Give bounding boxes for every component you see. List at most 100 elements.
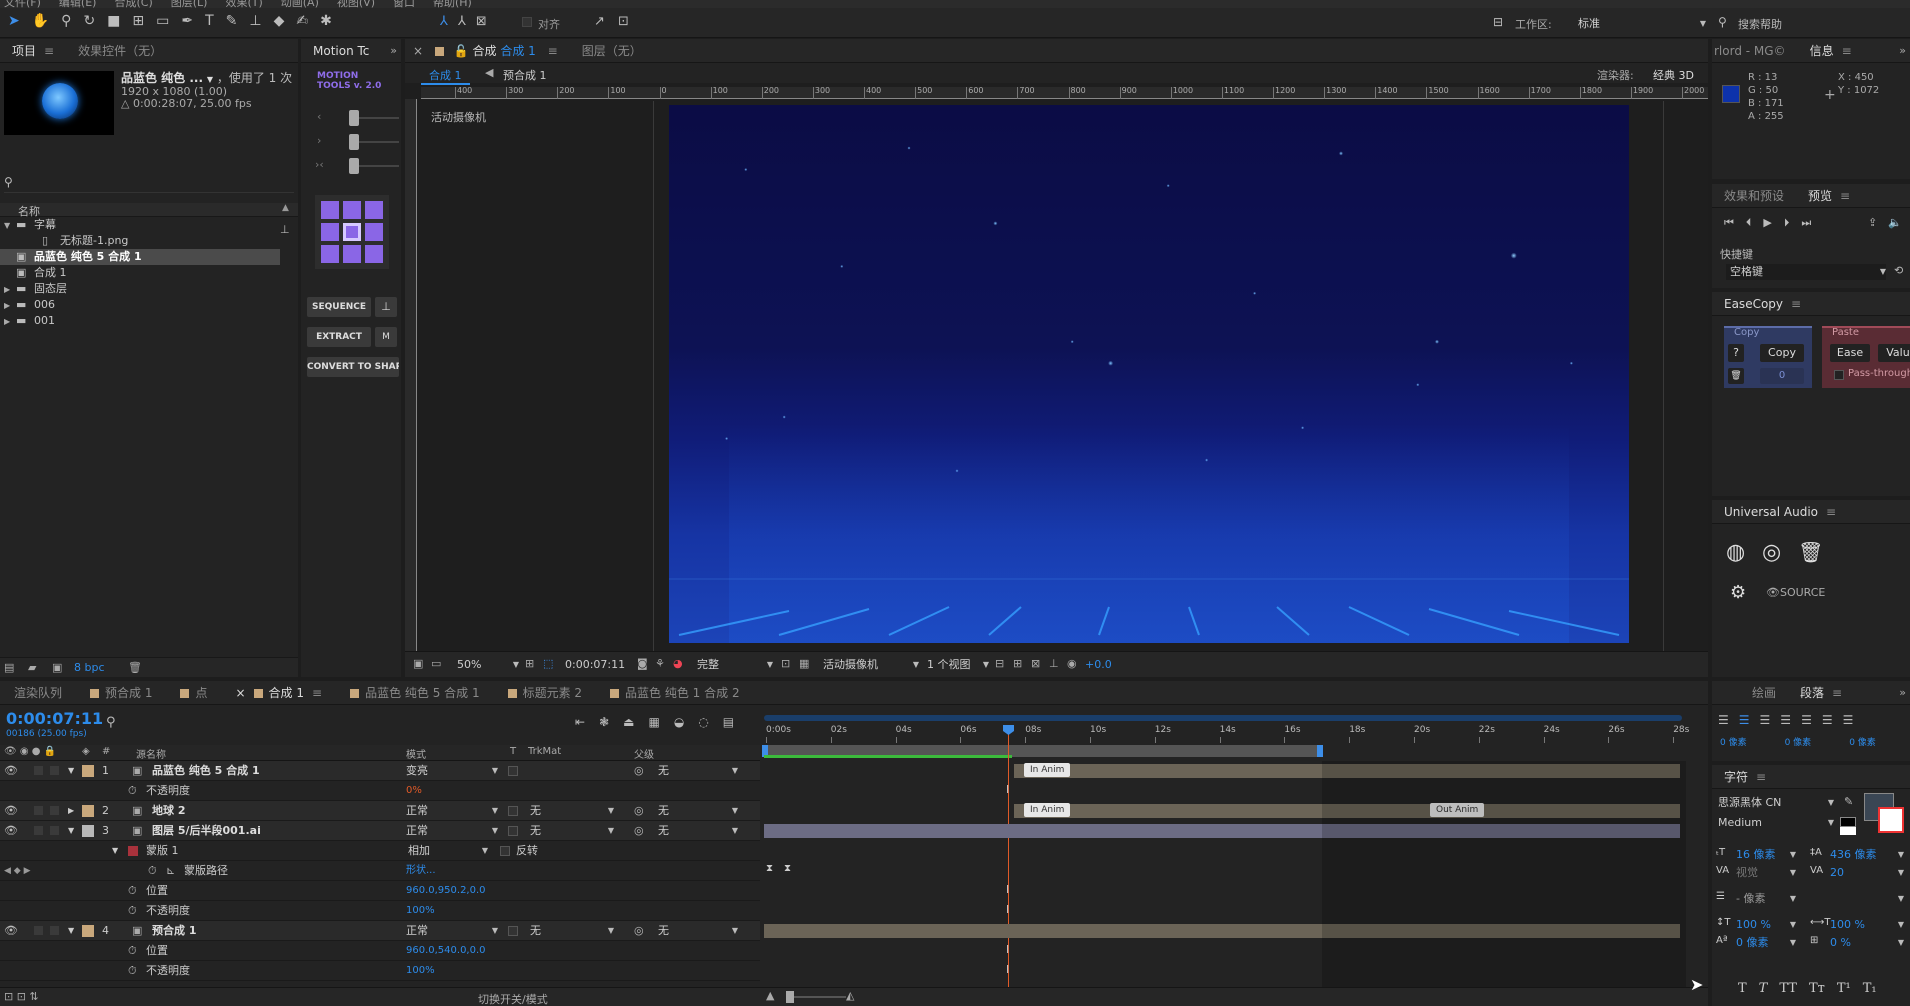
first-frame-icon[interactable]: ⏮ <box>1724 216 1734 230</box>
project-list-item[interactable]: ▶ ▬ 固态层 <box>0 281 280 297</box>
audio-icon[interactable]: 🔈 <box>1888 216 1902 229</box>
timeline-tab[interactable]: 预合成 1 <box>76 681 166 705</box>
eraser-tool-icon[interactable]: ◆ <box>274 13 285 29</box>
superscript-icon[interactable]: T¹ <box>1837 981 1851 996</box>
project-list-item[interactable]: ▣ 品蓝色 纯色 5 合成 1 <box>0 249 280 265</box>
flowchart-icon[interactable]: ⊥ <box>280 223 290 236</box>
slider-handle[interactable] <box>349 110 359 126</box>
slider-row-3[interactable]: ›‹ <box>313 155 399 179</box>
anchor-right[interactable] <box>365 223 383 241</box>
menu-item[interactable]: 视图(V) <box>337 0 375 8</box>
black-swatch[interactable] <box>1840 817 1856 827</box>
slider-handle[interactable] <box>349 134 359 150</box>
panel-overflow-icon[interactable]: » <box>1899 686 1906 699</box>
world-axis-icon[interactable]: ⅄ <box>458 14 466 29</box>
graph-editor-icon[interactable]: ◌ <box>698 715 708 729</box>
mask-visibility-icon[interactable]: ⬚ <box>543 657 553 670</box>
anchor-top-right[interactable] <box>365 201 383 219</box>
chevron-down-icon[interactable]: ▼ <box>68 821 74 841</box>
draft-3d-icon[interactable]: ❃ <box>599 715 609 729</box>
rotate-tool-icon[interactable]: ↻ <box>83 13 95 29</box>
slider-handle[interactable] <box>349 158 359 174</box>
chevron-right-icon[interactable]: ▶ <box>4 314 14 330</box>
pen-tool-icon[interactable]: ✒ <box>181 13 193 29</box>
solo-switch[interactable] <box>34 826 43 835</box>
roto-brush-tool-icon[interactable]: ✍ <box>296 13 308 29</box>
chevron-right-icon[interactable]: ▶ <box>4 282 14 298</box>
marker-in-anim[interactable]: In Anim <box>1024 763 1071 777</box>
crumb-comp-1[interactable]: 合成 1 <box>421 67 470 85</box>
white-swatch[interactable] <box>1840 827 1856 835</box>
marker-in-anim[interactable]: In Anim <box>1024 803 1071 817</box>
pick-whip-icon[interactable]: ◎ <box>634 761 644 781</box>
menu-item[interactable]: 帮助(H) <box>433 0 472 8</box>
property-row[interactable]: ⏱ 不透明度 100% <box>0 901 760 921</box>
all-caps-icon[interactable]: TT <box>1779 981 1797 996</box>
stroke-width-field[interactable]: - 像素 <box>1736 891 1796 907</box>
zoom-slider[interactable] <box>786 991 846 1003</box>
col-source-name[interactable]: 源名称 <box>136 746 166 761</box>
label-color[interactable] <box>82 805 94 817</box>
anchor-bottom-left[interactable] <box>321 245 339 263</box>
stopwatch-icon[interactable]: ⏱ <box>128 961 137 981</box>
delete-icon[interactable]: 🗑 <box>1728 368 1744 384</box>
pick-whip-icon[interactable]: ◎ <box>634 921 644 941</box>
kerning-field[interactable]: 视觉 <box>1736 865 1796 881</box>
chevron-right-icon[interactable]: ▶ <box>68 801 74 821</box>
stroke-order-select[interactable] <box>1810 891 1904 907</box>
project-list-item[interactable]: ▶ ▬ 006 <box>0 297 280 313</box>
layer-name[interactable]: 地球 2 <box>152 801 185 821</box>
indent-first[interactable]: 0 像素 <box>1849 735 1876 748</box>
interpret-footage-icon[interactable]: ▤ <box>4 661 14 674</box>
property-value[interactable]: 100% <box>406 961 435 981</box>
search-help-input[interactable]: 搜索帮助 <box>1738 16 1782 32</box>
faux-bold-icon[interactable]: T <box>1738 981 1747 996</box>
selection-tool-icon[interactable]: ➤ <box>8 13 20 29</box>
transparency-grid-icon[interactable]: ▦ <box>799 657 809 670</box>
menu-item[interactable]: 效果(T) <box>225 0 262 8</box>
close-icon[interactable]: × <box>413 44 423 58</box>
faux-italic-icon[interactable]: T <box>1759 981 1768 996</box>
tab-easecopy[interactable]: EaseCopy ≡ <box>1712 292 1813 316</box>
shy-layers-icon[interactable]: ⏏ <box>623 715 634 729</box>
keyframe-icon[interactable]: ⧗ <box>784 863 791 874</box>
comp-mini-flowchart-icon[interactable]: ⇤ <box>575 715 585 729</box>
anchor-center[interactable] <box>343 223 361 241</box>
stopwatch-icon[interactable]: ⏱ <box>128 881 137 901</box>
audio-target-icon[interactable]: ◎ <box>1762 540 1781 565</box>
project-list-item[interactable]: ▶ ▬ 001 <box>0 313 280 329</box>
frame-blending-icon[interactable]: ▦ <box>648 715 659 729</box>
eye-icon[interactable]: 👁 <box>4 921 18 941</box>
tab-character[interactable]: 字符 ≡ <box>1712 765 1778 789</box>
tab-effect-controls[interactable]: 效果控件（无） <box>66 39 174 63</box>
renderer-value[interactable]: 经典 3D <box>1653 67 1694 83</box>
chevron-down-icon[interactable]: ▼ <box>4 218 14 234</box>
always-preview-icon[interactable]: ▣ <box>413 657 423 670</box>
snap-grid-icon[interactable]: ⊡ <box>618 14 629 29</box>
font-family-select[interactable]: 思源黑体 CN <box>1718 795 1834 811</box>
leading-field[interactable]: 436 像素 <box>1830 847 1904 863</box>
camera-tool-icon[interactable]: ■ <box>107 13 120 29</box>
indent-left[interactable]: 0 像素 <box>1720 735 1747 748</box>
clone-stamp-tool-icon[interactable]: ⊥ <box>249 13 261 29</box>
chevron-down-icon[interactable]: ▼ <box>68 921 74 941</box>
lock-switch[interactable] <box>50 926 59 935</box>
property-value[interactable]: 100% <box>406 901 435 921</box>
solo-switch[interactable] <box>34 806 43 815</box>
tab-effects-presets[interactable]: 效果和预设 <box>1712 184 1796 208</box>
indent-right[interactable]: 0 像素 <box>1785 735 1812 748</box>
property-value[interactable]: 形状... <box>406 861 436 881</box>
timeline-tab[interactable]: 标题元素 2 <box>494 681 596 705</box>
crumb-precomp-1[interactable]: 预合成 1 <box>503 67 547 83</box>
chevron-down-icon[interactable]: ▼ <box>68 761 74 781</box>
project-list-item[interactable]: ▯ 无标题-1.png <box>0 233 280 249</box>
tab-paint[interactable]: 绘画 <box>1712 681 1788 705</box>
font-size-field[interactable]: 16 像素 <box>1736 847 1796 863</box>
safe-zones-icon[interactable]: ⊞ <box>525 657 534 670</box>
property-row[interactable]: ▼ 蒙版 1 相加 反转 <box>0 841 760 861</box>
label-color[interactable] <box>82 925 94 937</box>
menu-item[interactable]: 文件(F) <box>4 0 41 8</box>
pass-through-checkbox[interactable] <box>1834 370 1844 380</box>
mode-select[interactable]: 正常 <box>406 803 498 819</box>
audio-trash-icon[interactable]: 🗑 <box>1798 540 1823 564</box>
